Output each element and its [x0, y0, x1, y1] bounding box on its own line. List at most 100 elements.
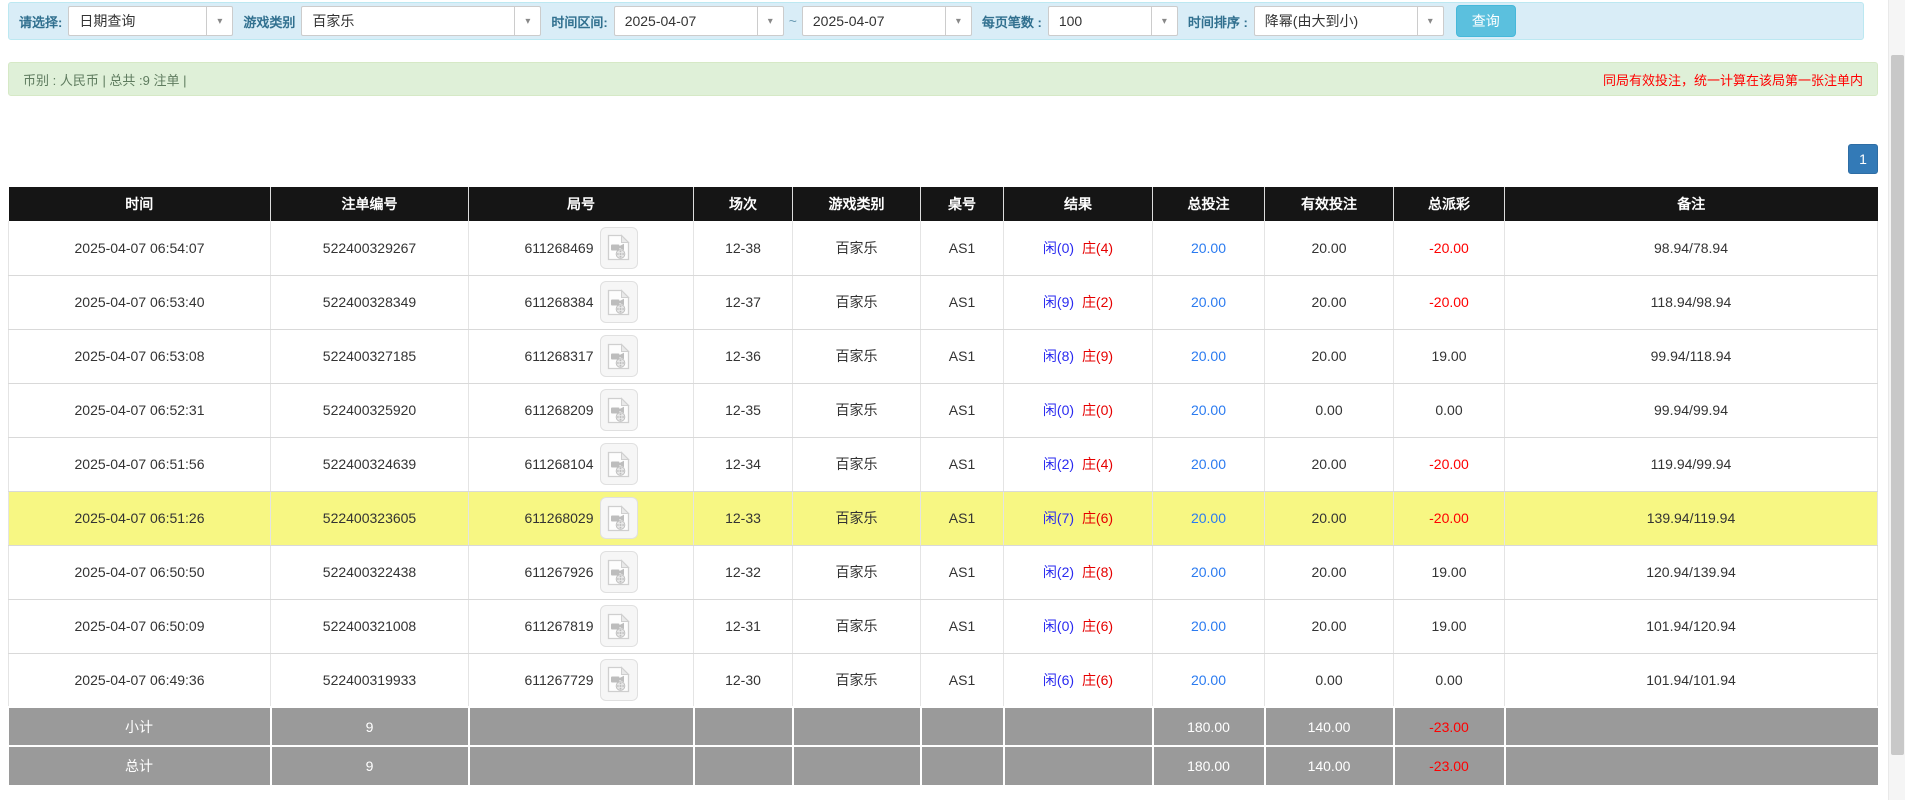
result-banker: 庄(4) [1081, 239, 1114, 256]
cell-remark: 120.94/139.94 [1504, 545, 1878, 600]
cell-remark: 99.94/118.94 [1504, 329, 1878, 384]
per-page-select[interactable]: 100 ▾ [1047, 6, 1178, 36]
result-banker: 庄(2) [1081, 294, 1114, 310]
video-file-icon [607, 612, 630, 639]
header-result: 结果 [1003, 187, 1153, 221]
video-replay-button[interactable] [599, 497, 638, 539]
cell-time: 2025-04-07 06:53:40 [8, 275, 271, 330]
cell-result: 闲(2) 庄(8) [1003, 545, 1153, 600]
summary-total-bet: 180.00 [1152, 745, 1266, 785]
video-replay-button[interactable] [599, 551, 638, 593]
cell-session: 12-33 [693, 491, 793, 546]
cell-total-bet[interactable]: 20.00 [1152, 653, 1265, 708]
cell-payout: -20.00 [1393, 221, 1505, 276]
cell-valid-bet: 20.00 [1264, 545, 1394, 600]
table-row: 2025-04-07 06:50:50 522400322438 6112679… [8, 545, 1878, 600]
table-row: 2025-04-07 06:49:36 522400319933 6112677… [8, 653, 1878, 708]
cell-bet-id: 522400324639 [270, 437, 469, 492]
query-type-value: 日期查询 [79, 13, 136, 29]
game-type-label: 游戏类别 [243, 14, 296, 30]
cell-remark: 101.94/120.94 [1504, 599, 1878, 654]
video-replay-button[interactable] [599, 658, 638, 701]
summary-row: 小计 9 180.00 140.00 -23.00 [8, 706, 1878, 746]
cell-session: 12-31 [693, 599, 793, 654]
cell-result: 闲(8) 庄(9) [1003, 329, 1153, 384]
bet-records-table: 时间 注单编号 局号 场次 游戏类别 桌号 结果 总投注 有效投注 总派彩 备注… [8, 187, 1878, 785]
round-number: 611267926 [524, 564, 594, 580]
cell-valid-bet: 0.00 [1264, 653, 1394, 708]
cell-time: 2025-04-07 06:53:08 [8, 329, 271, 384]
cell-round: 611267729 [468, 653, 694, 708]
cell-game-type: 百家乐 [792, 491, 921, 546]
result-player: 闲(0) [1042, 402, 1075, 418]
header-remark: 备注 [1504, 187, 1878, 221]
cell-payout: 0.00 [1393, 383, 1505, 438]
vertical-scrollbar[interactable] [1888, 0, 1905, 800]
cell-total-bet[interactable]: 20.00 [1152, 383, 1265, 438]
cell-total-bet[interactable]: 20.00 [1152, 599, 1265, 654]
cell-table-no: AS1 [920, 545, 1004, 600]
summary-empty [1003, 745, 1154, 785]
date-from-select[interactable]: 2025-04-07 ▾ [613, 6, 784, 36]
result-banker: 庄(8) [1081, 564, 1114, 580]
video-replay-button[interactable] [599, 226, 638, 269]
video-replay-button[interactable] [599, 281, 638, 323]
cell-round: 611268469 [468, 221, 694, 276]
page-1-button[interactable]: 1 [1848, 144, 1878, 174]
filter-bar: 请选择: 日期查询 ▾ 游戏类别 百家乐 ▾ 时间区间: 2025-04-07 … [8, 2, 1864, 40]
header-game-type: 游戏类别 [792, 187, 921, 221]
query-button[interactable]: 查询 [1455, 5, 1516, 37]
round-number: 611268209 [524, 402, 594, 418]
date-to-select[interactable]: 2025-04-07 ▾ [801, 6, 972, 36]
per-page-value: 100 [1058, 13, 1083, 29]
summary-payout: -23.00 [1393, 745, 1506, 785]
video-file-icon [607, 234, 630, 261]
cell-total-bet[interactable]: 20.00 [1152, 437, 1265, 492]
currency-total-text: 币别 : 人民币 | 总共 :9 注单 | [23, 72, 187, 88]
result-banker: 庄(6) [1081, 510, 1114, 526]
video-replay-button[interactable] [599, 443, 638, 485]
video-replay-button[interactable] [599, 335, 638, 377]
cell-table-no: AS1 [920, 491, 1004, 546]
query-type-select[interactable]: 日期查询 ▾ [68, 6, 234, 36]
scrollbar-thumb[interactable] [1891, 55, 1904, 755]
cell-total-bet[interactable]: 20.00 [1152, 329, 1265, 384]
summary-empty [1504, 706, 1878, 746]
cell-game-type: 百家乐 [792, 545, 921, 600]
range-tilde: ~ [788, 13, 797, 29]
select-type-label: 请选择: [19, 14, 63, 30]
cell-table-no: AS1 [920, 275, 1004, 330]
cell-total-bet[interactable]: 20.00 [1152, 491, 1265, 546]
cell-total-bet[interactable]: 20.00 [1152, 275, 1265, 330]
cell-valid-bet: 20.00 [1264, 275, 1394, 330]
cell-game-type: 百家乐 [792, 383, 921, 438]
table-body: 2025-04-07 06:54:07 522400329267 6112684… [8, 221, 1878, 708]
cell-total-bet[interactable]: 20.00 [1152, 545, 1265, 600]
game-type-select[interactable]: 百家乐 ▾ [301, 6, 542, 36]
result-player: 闲(0) [1042, 239, 1075, 256]
summary-label: 小计 [8, 706, 272, 746]
round-number: 611268317 [524, 348, 594, 364]
summary-empty [693, 706, 794, 746]
video-replay-button[interactable] [599, 605, 638, 647]
summary-empty [792, 745, 922, 785]
cell-time: 2025-04-07 06:51:56 [8, 437, 271, 492]
cell-remark: 99.94/99.94 [1504, 383, 1878, 438]
result-player: 闲(2) [1042, 456, 1075, 472]
cell-bet-id: 522400321008 [270, 599, 469, 654]
summary-empty [1003, 706, 1154, 746]
cell-remark: 101.94/101.94 [1504, 653, 1878, 708]
cell-result: 闲(6) 庄(6) [1003, 653, 1153, 708]
table-foot: 小计 9 180.00 140.00 -23.00 总计 9 180.00 14… [8, 706, 1878, 785]
result-banker: 庄(0) [1081, 402, 1114, 418]
cell-remark: 98.94/78.94 [1504, 221, 1878, 276]
cell-total-bet[interactable]: 20.00 [1152, 221, 1265, 276]
cell-result: 闲(0) 庄(4) [1003, 221, 1153, 276]
time-sort-select[interactable]: 降幂(由大到小) ▾ [1253, 6, 1444, 36]
result-player: 闲(2) [1042, 564, 1075, 580]
summary-valid-bet: 140.00 [1264, 745, 1395, 785]
cell-table-no: AS1 [920, 383, 1004, 438]
video-replay-button[interactable] [599, 389, 638, 431]
cell-game-type: 百家乐 [792, 221, 921, 276]
cell-payout: 0.00 [1393, 653, 1505, 708]
